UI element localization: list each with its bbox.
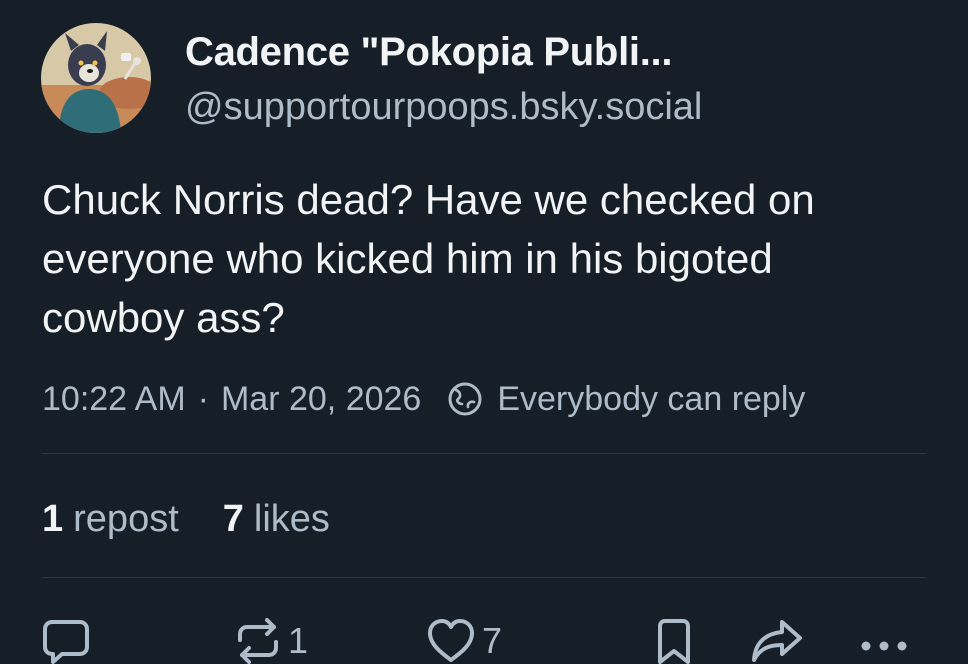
author-handle[interactable]: @supportourpoops.bsky.social [185,86,702,129]
share-button[interactable] [750,618,804,664]
repost-button[interactable]: 1 [234,618,308,664]
globe-icon [447,381,483,417]
reposts-stat[interactable]: 1 repost [42,498,179,541]
post-date[interactable]: Mar 20, 2026 [221,380,421,419]
likes-count: 7 [222,498,244,540]
likes-label: likes [253,498,330,540]
bookmark-button[interactable] [654,618,694,664]
repost-count: 1 [288,620,309,661]
post-thread-item: Cadence "Pokopia Publi... @supportourpoo… [0,0,968,664]
action-bar: 1 7 [0,612,968,664]
meta-separator: · [197,379,209,418]
reposts-count: 1 [42,498,64,540]
more-options-button[interactable] [858,618,910,664]
divider [42,453,926,454]
reposts-label: repost [73,498,179,540]
avatar-illustration [41,23,151,133]
avatar[interactable] [41,23,151,133]
bookmark-icon [654,618,694,664]
engagement-stats: 1 repost 7 likes [42,498,330,541]
share-arrow-icon [750,618,804,664]
speech-bubble-icon [42,618,90,664]
divider [42,577,926,578]
reply-setting[interactable]: Everybody can reply [497,380,805,419]
ellipsis-icon [858,618,910,664]
author-display-name[interactable]: Cadence "Pokopia Publi... [185,30,672,75]
likes-stat[interactable]: 7 likes [223,498,330,541]
like-button[interactable]: 7 [426,618,502,664]
post-time[interactable]: 10:22 AM [42,380,186,419]
heart-icon [426,618,476,664]
reply-button[interactable] [42,618,90,664]
repost-arrows-icon [234,618,282,664]
post-text: Chuck Norris dead? Have we checked on ev… [42,176,815,341]
like-count: 7 [482,620,503,661]
post-meta: 10:22 AM · Mar 20, 2026 Everybody can re… [42,378,805,420]
